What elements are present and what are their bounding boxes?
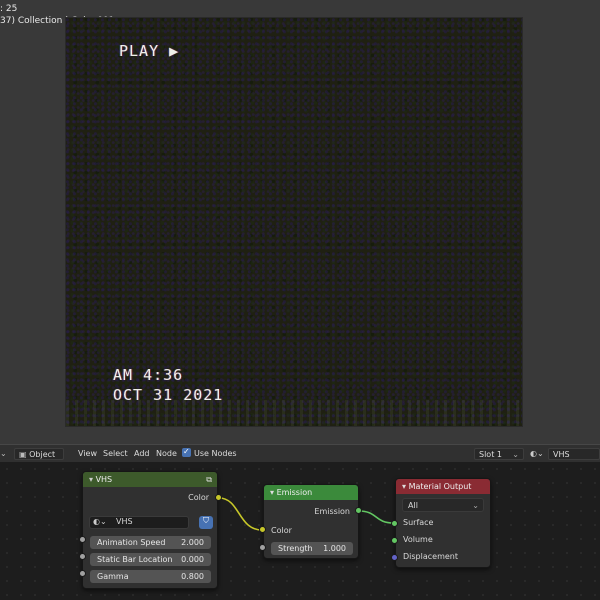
emission-output-socket[interactable]	[355, 507, 362, 514]
vhs-color-output-socket[interactable]	[215, 494, 222, 501]
link-vhs-to-emission	[218, 497, 263, 531]
node-tree-icon: ◐⌄	[93, 517, 107, 526]
surface-input-socket[interactable]	[391, 520, 398, 527]
menu-add[interactable]: Add	[134, 448, 150, 460]
node-group-icon[interactable]: ⧉	[206, 472, 212, 487]
material-name-field[interactable]: VHS	[548, 448, 600, 460]
menu-select[interactable]: Select	[103, 448, 128, 460]
volume-input-label: Volume	[403, 535, 433, 544]
mode-dropdown[interactable]: ▣ Object	[14, 448, 64, 460]
volume-input-socket[interactable]	[391, 537, 398, 544]
viewport-stats: : 25	[0, 4, 18, 14]
emission-node[interactable]: ▾ Emission Emission Color Strength 1.000	[263, 484, 359, 559]
vhs-time-overlay: AM 4:36	[113, 366, 184, 384]
menu-view[interactable]: View	[78, 448, 97, 460]
vhs-node-header[interactable]: ▾ VHS ⧉	[83, 472, 217, 487]
use-nodes-toggle[interactable]: Use Nodes	[182, 446, 237, 460]
link-emission-to-surface	[358, 510, 395, 524]
gamma-socket[interactable]	[79, 570, 86, 577]
render-target-dropdown[interactable]: All ⌄	[402, 498, 484, 512]
editor-type-chevron-icon[interactable]: ⌄	[0, 448, 9, 460]
chevron-down-icon: ⌄	[472, 501, 479, 510]
vhs-date-overlay: OCT 31 2021	[113, 386, 224, 404]
material-output-node[interactable]: ▾ Material Output All ⌄ Surface Volume D…	[395, 478, 491, 568]
animation-speed-field[interactable]: Animation Speed 2.000	[90, 536, 211, 549]
chevron-down-icon: ⌄	[512, 450, 519, 459]
static-bar-location-field[interactable]: Static Bar Location 0.000	[90, 553, 211, 566]
material-browse-icon[interactable]: ◐⌄	[530, 448, 544, 460]
vhs-node[interactable]: ▾ VHS ⧉ Color ◐⌄ VHS ⛉ Animation Speed 2.…	[82, 471, 218, 589]
vhs-play-overlay: PLAY ▶	[119, 42, 180, 60]
displacement-input-label: Displacement	[403, 552, 458, 561]
node-editor-header: ⌄ ▣ Object View Select Add Node Use Node…	[0, 444, 600, 462]
surface-input-label: Surface	[403, 518, 434, 527]
static-bar-location-socket[interactable]	[79, 553, 86, 560]
fake-user-shield-icon[interactable]: ⛉	[199, 516, 213, 529]
animation-speed-socket[interactable]	[79, 536, 86, 543]
emission-color-label: Color	[271, 526, 292, 535]
node-editor-canvas[interactable]: ▾ VHS ⧉ Color ◐⌄ VHS ⛉ Animation Speed 2.…	[0, 462, 600, 600]
menu-node[interactable]: Node	[156, 448, 177, 460]
emission-strength-field[interactable]: Strength 1.000	[271, 542, 353, 555]
emission-color-socket[interactable]	[259, 526, 266, 533]
emission-node-header[interactable]: ▾ Emission	[264, 485, 358, 500]
3d-viewport[interactable]: : 25 37) Collection | Cube.001 PLAY ▶ AM…	[0, 0, 600, 444]
camera-render-preview: PLAY ▶ AM 4:36 OCT 31 2021	[66, 18, 522, 426]
gamma-field[interactable]: Gamma 0.800	[90, 570, 211, 583]
object-mode-icon: ▣	[19, 450, 30, 459]
emission-strength-socket[interactable]	[259, 544, 266, 551]
node-group-selector[interactable]: ◐⌄ VHS	[89, 516, 189, 529]
checkbox-icon[interactable]	[182, 446, 191, 458]
slot-dropdown[interactable]: Slot 1 ⌄	[474, 448, 524, 460]
vhs-output-color-label: Color	[188, 493, 209, 502]
material-output-node-header[interactable]: ▾ Material Output	[396, 479, 490, 494]
emission-output-label: Emission	[314, 507, 350, 516]
displacement-input-socket[interactable]	[391, 554, 398, 561]
